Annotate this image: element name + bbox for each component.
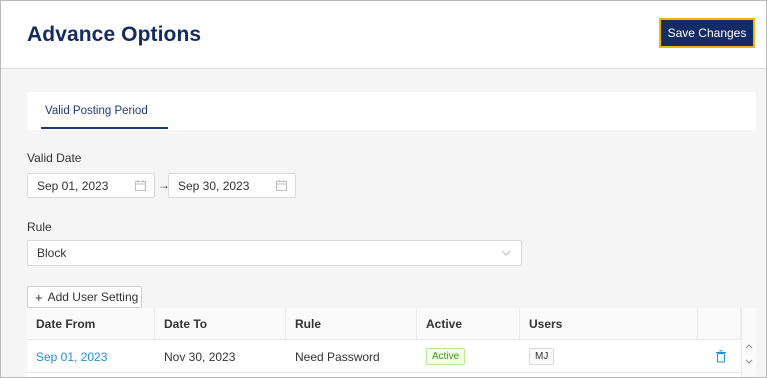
date-from-value: Sep 01, 2023 xyxy=(37,178,109,193)
scroll-down-icon[interactable] xyxy=(745,359,753,365)
tabs-bar: Valid Posting Period xyxy=(27,92,756,130)
active-tab-indicator xyxy=(41,127,168,129)
rule-label: Rule xyxy=(27,220,52,234)
save-changes-button[interactable]: Save Changes xyxy=(659,18,755,48)
cell-active: Active xyxy=(417,340,520,373)
trash-icon[interactable] xyxy=(715,350,727,363)
page-title: Advance Options xyxy=(27,23,202,46)
rule-select-value: Block xyxy=(37,246,67,260)
calendar-icon xyxy=(276,180,287,191)
valid-date-label: Valid Date xyxy=(27,151,82,165)
table-header: Date From Date To Rule Active Users xyxy=(27,308,756,340)
cell-rule: Need Password xyxy=(295,349,380,364)
date-to-value: Sep 30, 2023 xyxy=(178,178,250,193)
chevron-down-icon xyxy=(501,250,511,256)
column-header-date-from: Date From xyxy=(27,308,155,340)
add-user-setting-button[interactable]: + Add User Setting xyxy=(27,286,142,308)
cell-date-from[interactable]: Sep 01, 2023 xyxy=(27,340,155,373)
tab-valid-posting-period[interactable]: Valid Posting Period xyxy=(45,92,148,130)
date-to-input[interactable]: Sep 30, 2023 xyxy=(168,173,296,198)
scroll-up-icon[interactable] xyxy=(745,343,753,349)
user-settings-table: Date From Date To Rule Active Users Sep … xyxy=(27,308,756,377)
cell-date-to: Nov 30, 2023 xyxy=(164,349,236,364)
table-row: Sep 01, 2023 Nov 30, 2023 Need Password … xyxy=(27,340,756,373)
add-user-setting-label: Add User Setting xyxy=(47,290,139,304)
page-header: Advance Options Save Changes xyxy=(1,1,766,69)
rule-select[interactable]: Block xyxy=(27,240,522,266)
status-badge: Active xyxy=(426,348,466,365)
plus-icon: + xyxy=(35,289,43,305)
column-header-actions xyxy=(698,308,741,340)
calendar-icon xyxy=(135,180,146,191)
column-header-date-to: Date To xyxy=(155,308,286,340)
column-header-rule: Rule xyxy=(286,308,417,340)
cell-users: MJ xyxy=(520,340,698,373)
column-header-active: Active xyxy=(417,308,520,340)
column-header-users: Users xyxy=(520,308,698,340)
user-tag: MJ xyxy=(529,348,555,365)
table-scrollbar[interactable] xyxy=(741,308,756,377)
advance-options-panel: Advance Options Save Changes Valid Posti… xyxy=(0,0,767,378)
date-from-input[interactable]: Sep 01, 2023 xyxy=(27,173,155,198)
